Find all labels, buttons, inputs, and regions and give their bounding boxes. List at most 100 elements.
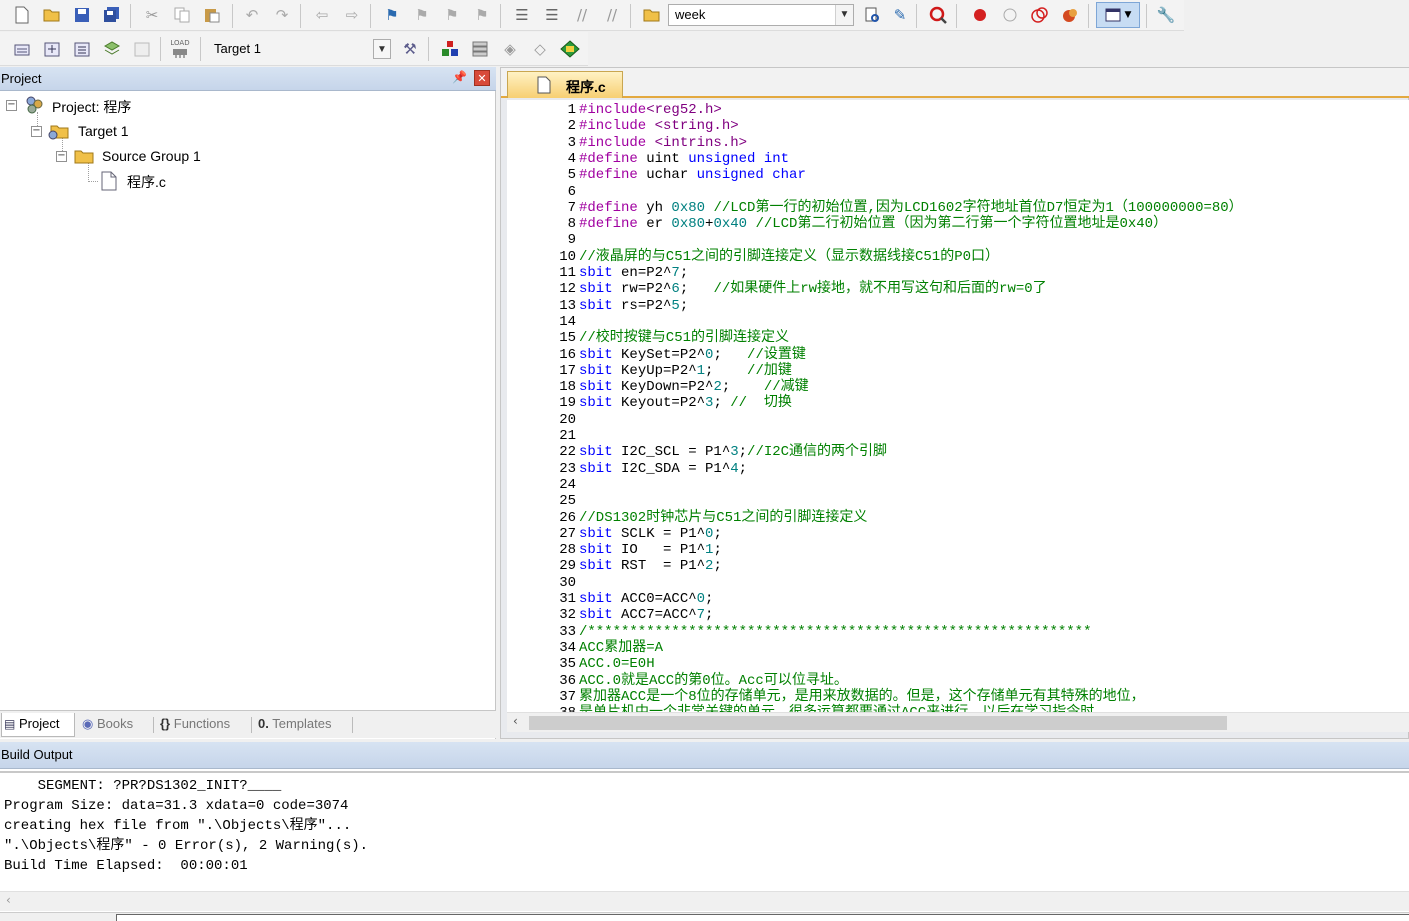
code-line: //液晶屏的与C51之间的引脚连接定义（显示数据线接C51的P0口）: [579, 248, 1000, 265]
tab-editor-file[interactable]: 程序.c: [507, 71, 623, 98]
code-line: ACC.0就是ACC的第0位。Acc可以位寻址。: [579, 672, 848, 689]
run-time-env-icon[interactable]: [558, 37, 582, 61]
navigate-forward-icon[interactable]: ⇨: [340, 3, 364, 27]
window-layout-button[interactable]: ▼: [1096, 2, 1140, 28]
collapse-project-icon[interactable]: −: [6, 100, 17, 111]
build-horizontal-scrollbar[interactable]: ‹: [0, 891, 1409, 911]
line-number: 35: [559, 656, 576, 673]
copy-icon[interactable]: [170, 3, 194, 27]
clear-bookmarks-icon[interactable]: ⚑: [470, 3, 494, 27]
code-line: sbit rs=P2^5;: [579, 297, 689, 314]
enable-breakpoint-icon[interactable]: [998, 3, 1022, 27]
file-extensions-icon[interactable]: [438, 37, 462, 61]
save-icon[interactable]: [70, 3, 94, 27]
target-combo[interactable]: Target 1 ▼: [207, 38, 392, 60]
folder-icon: [73, 147, 95, 169]
horizontal-scrollbar[interactable]: ‹: [507, 712, 1409, 732]
rebuild-icon[interactable]: [70, 37, 94, 61]
line-number: 14: [559, 313, 576, 330]
configure-icon[interactable]: 🔧: [1154, 3, 1178, 27]
save-all-icon[interactable]: [100, 3, 124, 27]
chevron-down-icon[interactable]: ▼: [373, 39, 391, 59]
tab-functions[interactable]: {} Functions: [158, 713, 250, 737]
incremental-find-icon[interactable]: [860, 3, 884, 27]
chevron-down-icon: ▼: [1124, 9, 1132, 20]
uncomment-icon[interactable]: //: [600, 3, 624, 27]
scroll-left-icon[interactable]: ‹: [6, 893, 11, 907]
redo-icon[interactable]: ↷: [270, 3, 294, 27]
tab-books[interactable]: ◉ Books: [80, 713, 148, 737]
disable-breakpoints-icon[interactable]: [1028, 3, 1052, 27]
chevron-down-icon[interactable]: ▼: [835, 5, 853, 25]
tree-item-file[interactable]: 程序.c: [127, 172, 166, 192]
editor-tab-label: 程序.c: [566, 79, 606, 95]
undo-icon[interactable]: ↶: [240, 3, 264, 27]
indent-icon[interactable]: ☰: [510, 3, 534, 27]
comment-icon[interactable]: //: [570, 3, 594, 27]
code-editor[interactable]: 1 2 3 4 5 6 7 8 9 10 11 12 13 14 15 16 17 18 19 20 21 22 23 24 2…: [507, 100, 1409, 712]
tab-templates[interactable]: 0. Templates: [256, 713, 352, 737]
find-combo[interactable]: week ▼: [668, 4, 854, 26]
select-packs-icon[interactable]: ◈: [498, 37, 522, 61]
insert-breakpoint-icon[interactable]: [968, 3, 992, 27]
batch-build-icon[interactable]: [100, 37, 124, 61]
templates-icon: 0.: [258, 716, 269, 731]
functions-icon: {}: [160, 716, 171, 731]
code-line: #define uchar unsigned char: [579, 167, 806, 184]
line-number: 27: [559, 525, 576, 542]
line-number: 36: [559, 672, 576, 689]
download-button[interactable]: LOAD: [168, 37, 192, 61]
prev-bookmark-icon[interactable]: ⚑: [410, 3, 434, 27]
open-file-icon[interactable]: [40, 3, 64, 27]
code-line: #define uint unsigned int: [579, 150, 790, 167]
line-number: 22: [559, 444, 576, 461]
collapse-source-group-icon[interactable]: −: [56, 151, 67, 162]
insert-bookmark-icon[interactable]: ⚑: [380, 3, 404, 27]
stop-build-icon[interactable]: [130, 37, 154, 61]
new-file-icon[interactable]: [10, 3, 34, 27]
unindent-icon[interactable]: ☰: [540, 3, 564, 27]
line-number: 4: [567, 150, 576, 167]
pack-installer-icon[interactable]: ◇: [528, 37, 552, 61]
collapse-target-icon[interactable]: −: [31, 126, 42, 137]
pin-icon[interactable]: 📌: [452, 70, 467, 84]
code-line: #include <intrins.h>: [579, 134, 748, 151]
find-icon[interactable]: ✎: [888, 3, 912, 27]
line-number: 25: [559, 493, 576, 510]
scroll-left-icon[interactable]: ‹: [513, 714, 518, 728]
tab-functions-label: Functions: [173, 716, 231, 731]
line-number: 12: [559, 281, 576, 298]
manage-rte-icon[interactable]: [468, 37, 492, 61]
tree-item-source-group[interactable]: Source Group 1: [102, 148, 201, 164]
target-options-icon[interactable]: ⚒: [398, 37, 422, 61]
line-number: 15: [559, 330, 576, 347]
debug-session-icon[interactable]: [926, 3, 950, 27]
line-number: 37: [559, 688, 576, 705]
target-icon: [47, 122, 71, 144]
paste-icon[interactable]: [200, 3, 224, 27]
line-number: 30: [559, 574, 576, 591]
next-bookmark-icon[interactable]: ⚑: [440, 3, 464, 27]
code-line: #include <string.h>: [579, 118, 739, 135]
line-number: 28: [559, 542, 576, 559]
project-panel-tabs: ▤ Project ◉ Books {} Functions 0. Templa…: [0, 710, 496, 738]
code-line: 累加器ACC是一个8位的存储单元，是用来放数据的。但是，这个存储单元有其特殊的地…: [579, 688, 1145, 705]
navigate-back-icon[interactable]: ⇦: [310, 3, 334, 27]
code-line: sbit KeyDown=P2^2; //减键: [579, 379, 809, 396]
line-number: 3: [567, 134, 576, 151]
file-icon: [100, 171, 118, 195]
tree-item-project[interactable]: Project: 程序: [52, 97, 131, 117]
build-output-line: Build Time Elapsed: 00:00:01: [4, 858, 248, 874]
tab-project[interactable]: ▤ Project: [1, 713, 75, 737]
main-toolbar: ✂ ↶ ↷ ⇦ ⇨ ⚑ ⚑ ⚑ ⚑ ☰ ☰ // // week ▼ ✎ ▼ 🔧: [0, 0, 1184, 31]
translate-icon[interactable]: [10, 37, 34, 61]
scrollbar-thumb[interactable]: [529, 716, 1227, 730]
kill-breakpoints-icon[interactable]: [1058, 3, 1082, 27]
cut-icon[interactable]: ✂: [140, 3, 164, 27]
code-line: sbit ACC7=ACC^7;: [579, 607, 714, 624]
code-line: sbit Keyout=P2^3; // 切换: [579, 395, 792, 412]
build-icon[interactable]: [40, 37, 64, 61]
close-icon[interactable]: ✕: [474, 70, 490, 86]
find-in-files-icon[interactable]: [640, 3, 664, 27]
tree-item-target[interactable]: Target 1: [78, 123, 129, 139]
